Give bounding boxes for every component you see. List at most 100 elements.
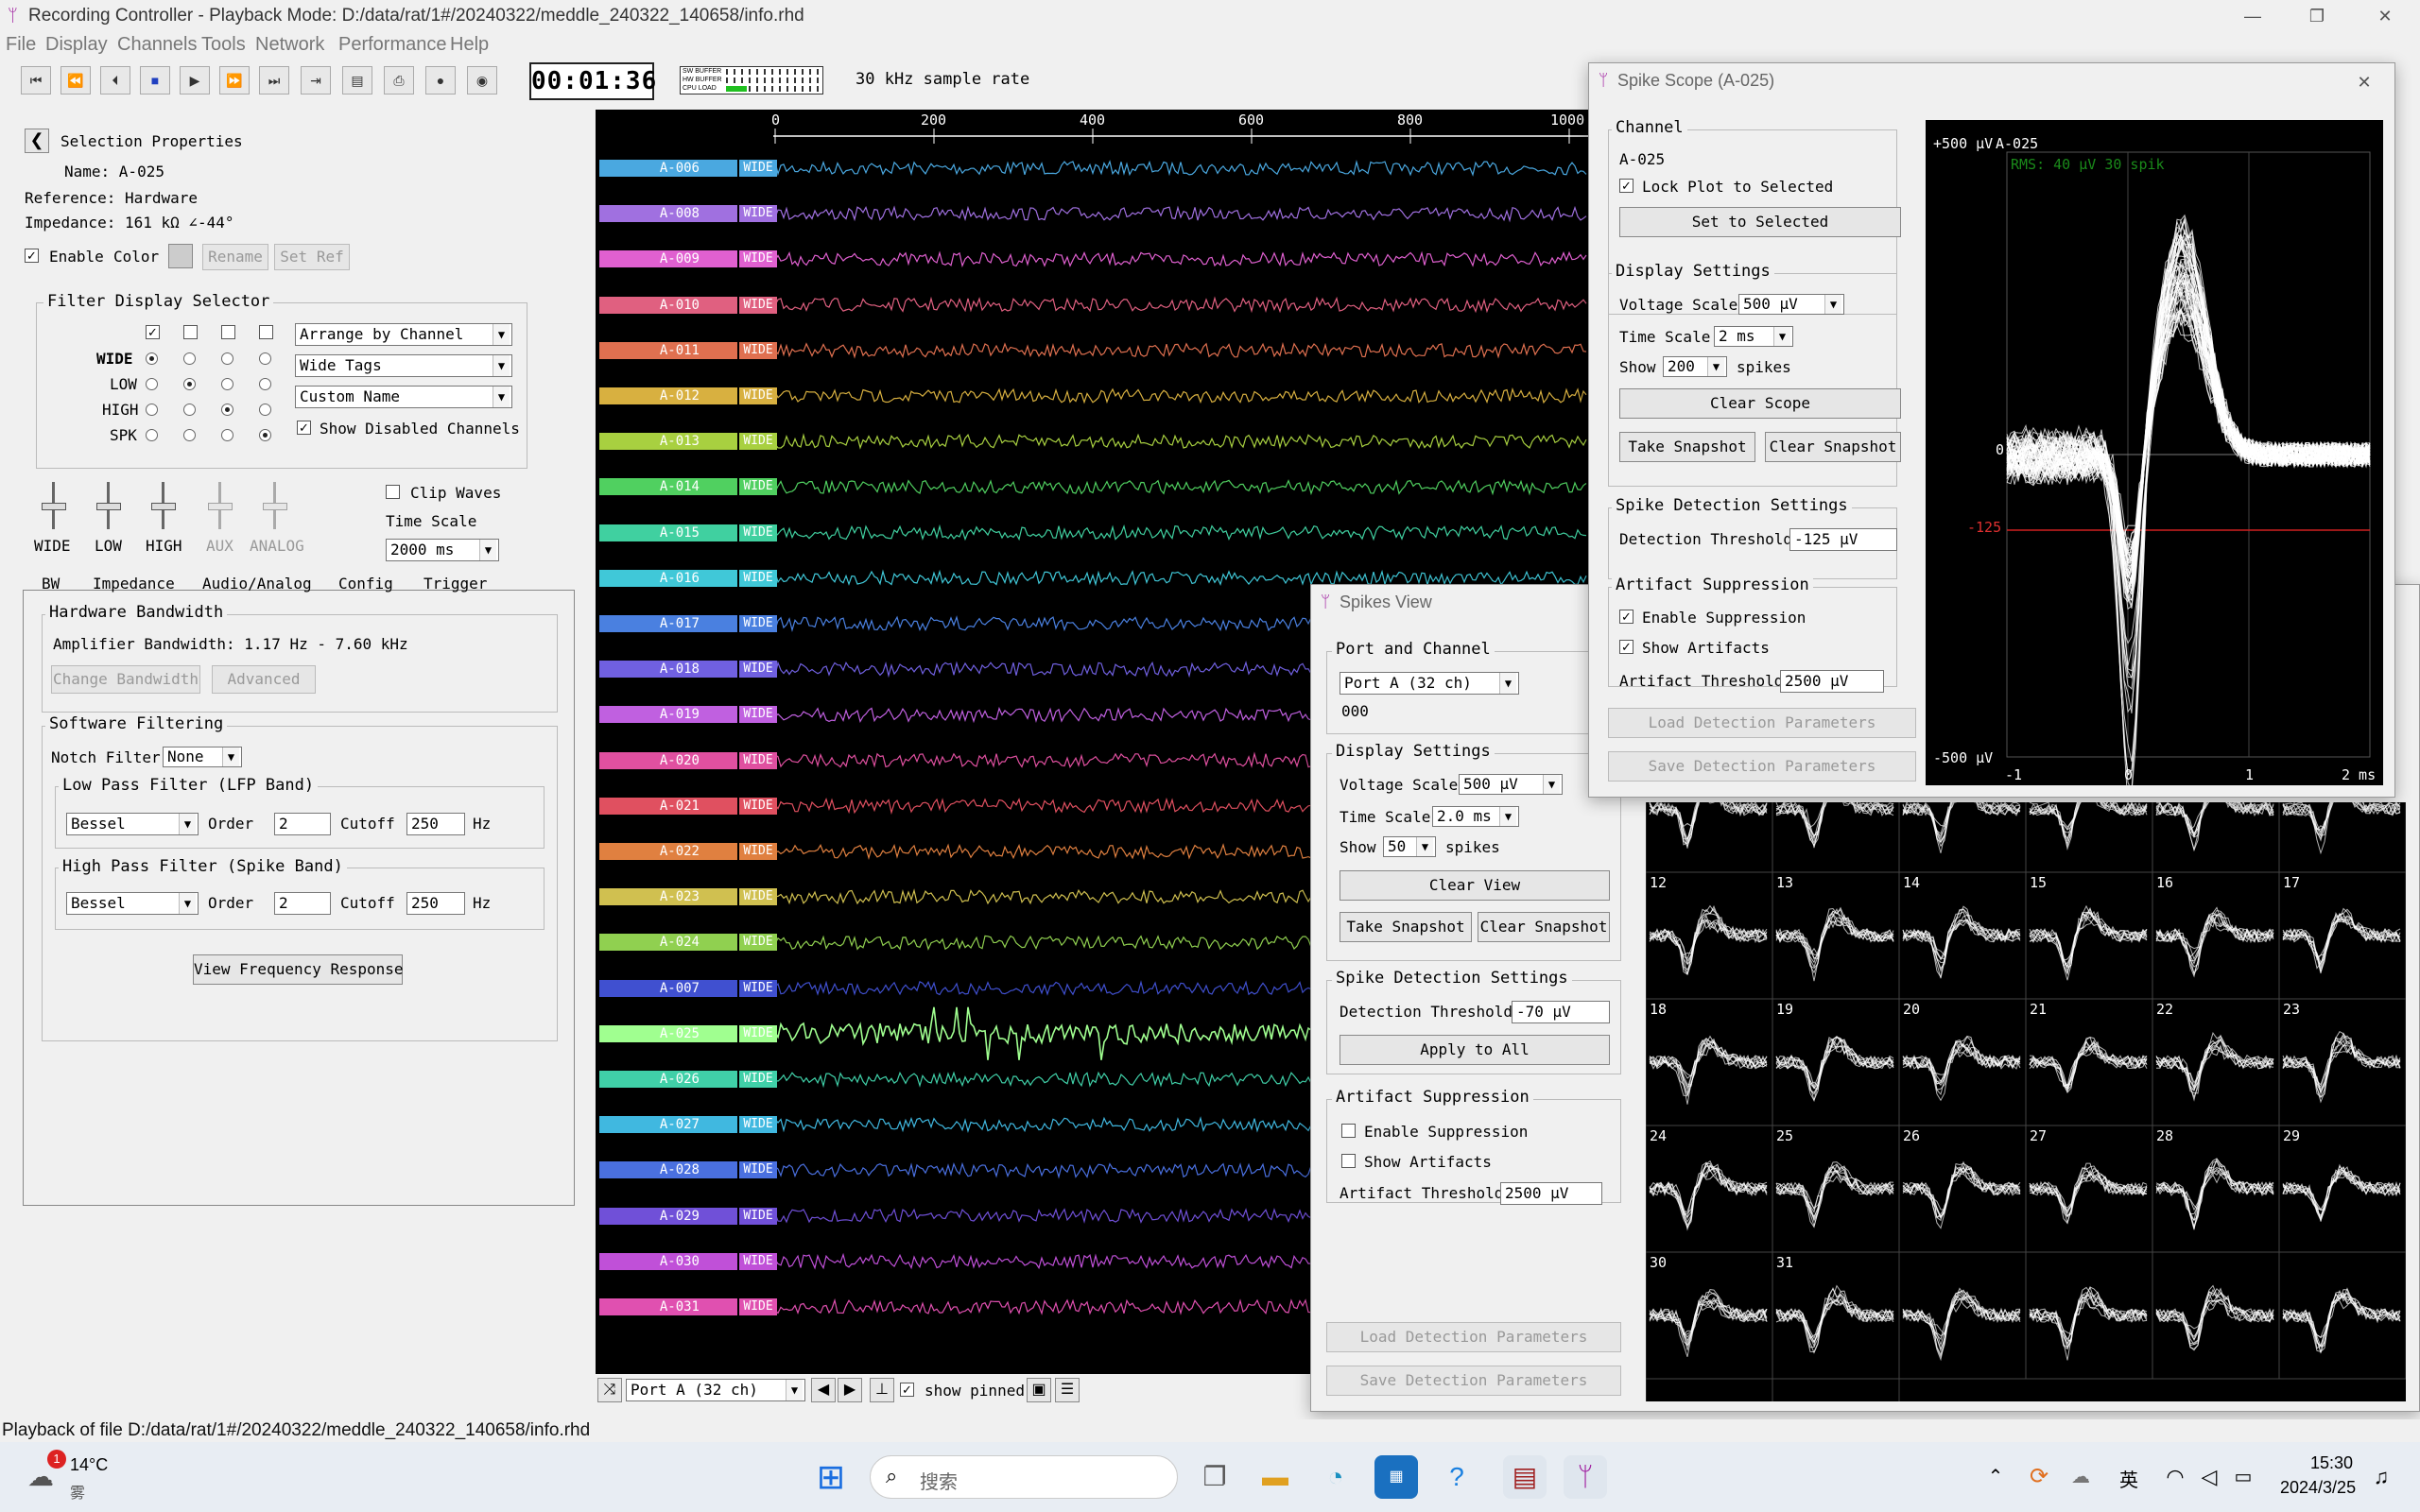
restore-button[interactable]: ❐	[2286, 0, 2348, 32]
radio-wide-3[interactable]	[221, 352, 233, 365]
jump-start-icon[interactable]: ⏮	[21, 66, 51, 94]
view-list-icon[interactable]: ☰	[1055, 1378, 1080, 1402]
help-app-icon[interactable]: ?	[1435, 1455, 1478, 1499]
spikes-save-params-button[interactable]: Save Detection Parameters	[1326, 1366, 1621, 1396]
collapse-arrows-icon[interactable]: ⤨	[597, 1378, 622, 1402]
fast-forward-icon[interactable]: ⏩	[219, 66, 250, 94]
lpf-cutoff-input[interactable]: 250	[406, 813, 465, 835]
spikes-show-select[interactable]: 50 ▼	[1383, 836, 1436, 857]
cloud-icon[interactable]: ☁	[2059, 1455, 2102, 1499]
menu-help[interactable]: Help	[450, 34, 489, 56]
spikes-load-params-button[interactable]: Load Detection Parameters	[1326, 1322, 1621, 1352]
notch-select[interactable]: None ▼	[163, 747, 242, 767]
scope-threshold-input[interactable]: -125 μV	[1789, 528, 1897, 551]
scope-show-select[interactable]: 200 ▼	[1663, 356, 1727, 377]
spike-scope-window[interactable]: ᛘ Spike Scope (A-025) ✕ Channel A-025 ✓ …	[1588, 62, 2395, 798]
spikes-threshold-input[interactable]: -70 μV	[1512, 1001, 1610, 1023]
rename-button[interactable]: Rename	[202, 244, 268, 270]
radio-low-1[interactable]	[146, 378, 158, 390]
stop-icon[interactable]: ■	[140, 66, 170, 94]
clear-view-button[interactable]: Clear View	[1340, 870, 1610, 901]
scope-show-artifacts-checkbox[interactable]: ✓	[1619, 640, 1634, 654]
tab-trigger[interactable]: Trigger	[424, 575, 487, 593]
radio-wide-2[interactable]	[183, 352, 196, 365]
menu-channels[interactable]: Channels	[117, 34, 198, 56]
slider-high[interactable]	[149, 482, 178, 529]
next-port-icon[interactable]: ▶	[838, 1378, 862, 1402]
sync-icon[interactable]: ⟳	[2017, 1455, 2061, 1499]
hpf-order-input[interactable]: 2	[274, 892, 331, 915]
radio-high-4[interactable]	[259, 404, 271, 416]
change-bandwidth-button[interactable]: Change Bandwidth	[51, 665, 200, 694]
apply-to-all-button[interactable]: Apply to All	[1340, 1035, 1610, 1065]
radio-high-2[interactable]	[183, 404, 196, 416]
record-settings-icon[interactable]: ▤	[342, 66, 372, 94]
spikes-voltage-select[interactable]: 500 μV ▼	[1459, 774, 1563, 795]
enable-checkbox[interactable]: ✓	[25, 249, 39, 263]
radio-spk-3[interactable]	[221, 429, 233, 441]
radio-low-3[interactable]	[221, 378, 233, 390]
collapse-icon[interactable]: ❮	[25, 129, 49, 153]
radio-wide-4[interactable]	[259, 352, 271, 365]
slider-knob[interactable]	[151, 503, 176, 510]
pin-icon[interactable]: ⊥	[870, 1378, 894, 1402]
scope-load-params-button[interactable]: Load Detection Parameters	[1608, 708, 1916, 738]
scope-voltage-select[interactable]: 500 μV ▼	[1738, 294, 1844, 315]
bell-icon[interactable]: ♫	[2360, 1455, 2403, 1499]
spikes-port-select[interactable]: Port A (32 ch) ▼	[1340, 672, 1519, 695]
slider-knob[interactable]	[263, 503, 287, 510]
tray-expand-icon[interactable]: ⌃	[1974, 1455, 2017, 1499]
time-scale-select[interactable]: 2000 ms ▼	[386, 539, 499, 561]
slider-wide[interactable]	[40, 482, 68, 529]
slider-knob[interactable]	[96, 503, 121, 510]
menu-tools[interactable]: Tools	[201, 34, 246, 56]
jump-end-icon[interactable]: ⏭	[259, 66, 289, 94]
radio-spk-2[interactable]	[183, 429, 196, 441]
lpf-order-input[interactable]: 2	[274, 813, 331, 835]
prev-port-icon[interactable]: ◀	[811, 1378, 836, 1402]
lpf-type-select[interactable]: Bessel ▼	[66, 813, 199, 835]
wide-visible-checkbox[interactable]: ✓	[146, 325, 160, 339]
task-view-icon[interactable]: ❐	[1193, 1455, 1236, 1499]
tab-impedance[interactable]: Impedance	[93, 575, 175, 593]
lock-plot-checkbox[interactable]: ✓	[1619, 179, 1634, 193]
port-select[interactable]: Port A (32 ch) ▼	[626, 1379, 805, 1401]
hpf-type-select[interactable]: Bessel ▼	[66, 892, 199, 915]
slider-knob[interactable]	[208, 503, 233, 510]
slider-knob[interactable]	[42, 503, 66, 510]
radio-spk-4[interactable]	[259, 429, 271, 441]
play-icon[interactable]: ▶	[180, 66, 210, 94]
battery-icon[interactable]: ▭	[2221, 1455, 2265, 1499]
intan-app-icon[interactable]: ᛘ	[1564, 1455, 1607, 1499]
menu-performance[interactable]: Performance	[338, 34, 447, 56]
snapshot-icon[interactable]: ⎙	[384, 66, 414, 94]
spike-scope-plot[interactable]: +500 μV A-025 RMS: 40 μV 30 spik 0 -125 …	[1926, 120, 2383, 785]
radio-low-2[interactable]	[183, 378, 196, 390]
advanced-button[interactable]: Advanced	[212, 665, 316, 694]
jump-to-icon[interactable]: ⇥	[301, 66, 331, 94]
scope-save-params-button[interactable]: Save Detection Parameters	[1608, 751, 1916, 782]
spk-visible-checkbox[interactable]	[259, 325, 273, 339]
spikes-show-artifacts-checkbox[interactable]	[1341, 1154, 1356, 1168]
radio-spk-1[interactable]	[146, 429, 158, 441]
slider-aux[interactable]	[206, 482, 234, 529]
search-box[interactable]: ⌕ 搜索	[870, 1455, 1178, 1499]
scope-close-button[interactable]: ✕	[2345, 63, 2383, 101]
color-swatch-button[interactable]	[168, 244, 193, 268]
show-disabled-checkbox[interactable]: ✓	[297, 421, 311, 435]
clip-waves-checkbox[interactable]	[386, 485, 400, 499]
radio-low-4[interactable]	[259, 378, 271, 390]
tab-audio-analog[interactable]: Audio/Analog	[202, 575, 312, 593]
radio-high-1[interactable]	[146, 404, 158, 416]
edge-browser-icon[interactable]: ◔	[1314, 1455, 1357, 1499]
file-explorer-icon[interactable]: ▬	[1253, 1455, 1297, 1499]
hpf-cutoff-input[interactable]: 250	[406, 892, 465, 915]
view-single-icon[interactable]: ▣	[1027, 1378, 1051, 1402]
radio-wide-1[interactable]	[146, 352, 158, 365]
scope-time-select[interactable]: 2 ms ▼	[1714, 326, 1793, 347]
mshp-app-icon[interactable]: ▦	[1374, 1455, 1418, 1499]
slider-analog[interactable]	[261, 482, 289, 529]
rewind-icon[interactable]: ⏪	[60, 66, 91, 94]
scope-take-snapshot-button[interactable]: Take Snapshot	[1619, 432, 1755, 462]
tab-bw[interactable]: BW	[42, 575, 60, 593]
